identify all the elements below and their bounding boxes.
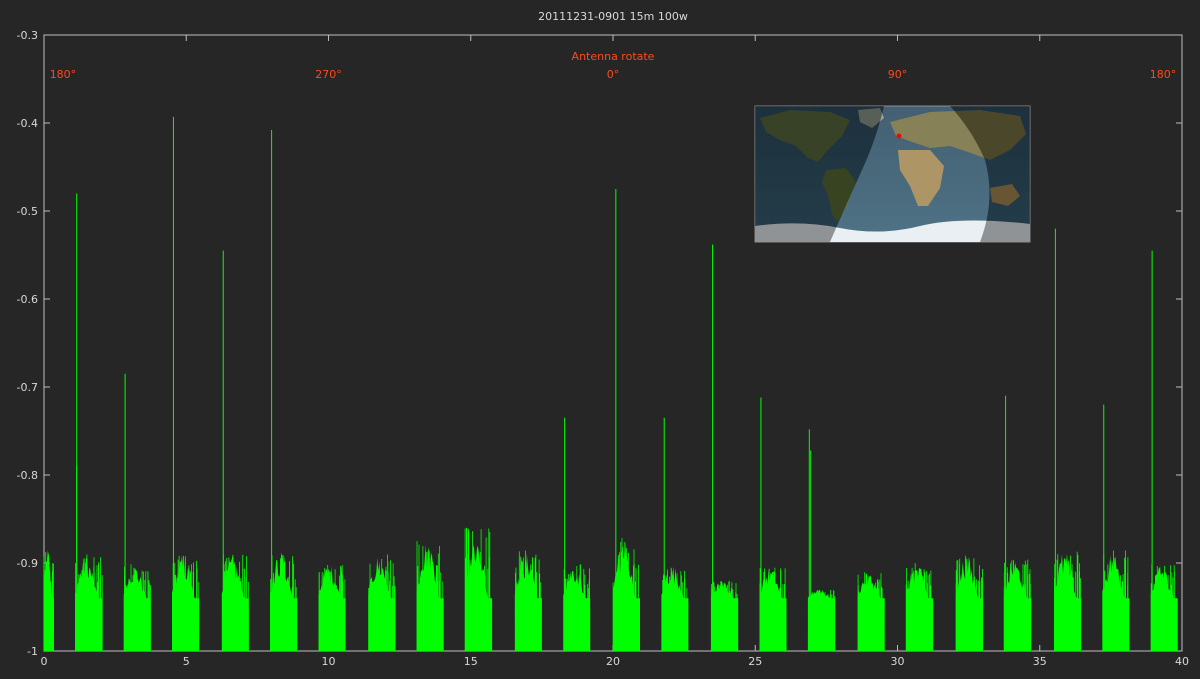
burst-body <box>711 581 739 651</box>
signal-burst <box>1003 559 1032 651</box>
x-tick-label: 5 <box>183 655 190 668</box>
y-tick-label: -0.8 <box>17 469 38 482</box>
signal-burst <box>1150 563 1178 651</box>
signal-burst <box>416 541 444 651</box>
signal-burst <box>75 554 103 651</box>
inset-world-map <box>754 105 1031 243</box>
signal-burst <box>43 549 54 651</box>
signal-burst <box>368 554 396 651</box>
y-tick-label: -0.5 <box>17 205 38 218</box>
rotation-angle-label: 270° <box>315 68 342 81</box>
antenna-rotate-label: Antenna rotate <box>572 50 655 63</box>
x-tick-label: 30 <box>891 655 905 668</box>
x-tick-label: 0 <box>41 655 48 668</box>
signal-burst <box>807 589 836 651</box>
signal-bursts <box>43 528 1178 651</box>
signal-burst <box>955 555 983 651</box>
x-tick-label: 25 <box>748 655 762 668</box>
signal-burst <box>123 564 151 651</box>
chart-title: 20111231-0901 15m 100w <box>538 10 688 23</box>
signal-burst <box>759 567 787 651</box>
signal-burst <box>661 566 689 651</box>
y-tick-label: -0.7 <box>17 381 38 394</box>
x-tick-label: 10 <box>322 655 336 668</box>
station-location-marker <box>896 133 902 139</box>
rotation-angle-labels: 180° 270° 0° 90° 180° <box>50 68 1177 81</box>
x-tick-label: 40 <box>1175 655 1189 668</box>
signal-burst <box>172 555 200 651</box>
y-tick-label: -0.4 <box>17 117 38 130</box>
signal-burst <box>1102 550 1130 651</box>
x-tick-label: 15 <box>464 655 478 668</box>
y-tick-label: -1 <box>27 645 38 658</box>
signal-burst <box>563 564 591 651</box>
signal-burst <box>905 563 934 651</box>
signal-burst <box>857 572 885 651</box>
signal-burst <box>514 550 542 651</box>
signal-burst <box>221 554 249 651</box>
rotation-angle-label: 0° <box>607 68 620 81</box>
chart-svg: 20111231-0901 15m 100w Antenna rotate 18… <box>17 10 1189 668</box>
signal-burst <box>318 565 346 651</box>
signal-burst <box>612 538 641 651</box>
y-tick-label: -0.6 <box>17 293 38 306</box>
x-tick-label: 20 <box>606 655 620 668</box>
rotation-angle-label: 180° <box>1150 68 1177 81</box>
y-tick-label: -0.3 <box>17 29 38 42</box>
rotation-angle-label: 180° <box>50 68 77 81</box>
signal-burst <box>710 580 739 651</box>
chart-figure: 20111231-0901 15m 100w Antenna rotate 18… <box>0 0 1200 675</box>
signal-burst <box>464 528 493 651</box>
rotation-angle-label: 90° <box>888 68 908 81</box>
y-tick-label: -0.9 <box>17 557 38 570</box>
x-tick-label: 35 <box>1033 655 1047 668</box>
signal-burst <box>1053 551 1082 651</box>
signal-burst <box>269 552 298 651</box>
